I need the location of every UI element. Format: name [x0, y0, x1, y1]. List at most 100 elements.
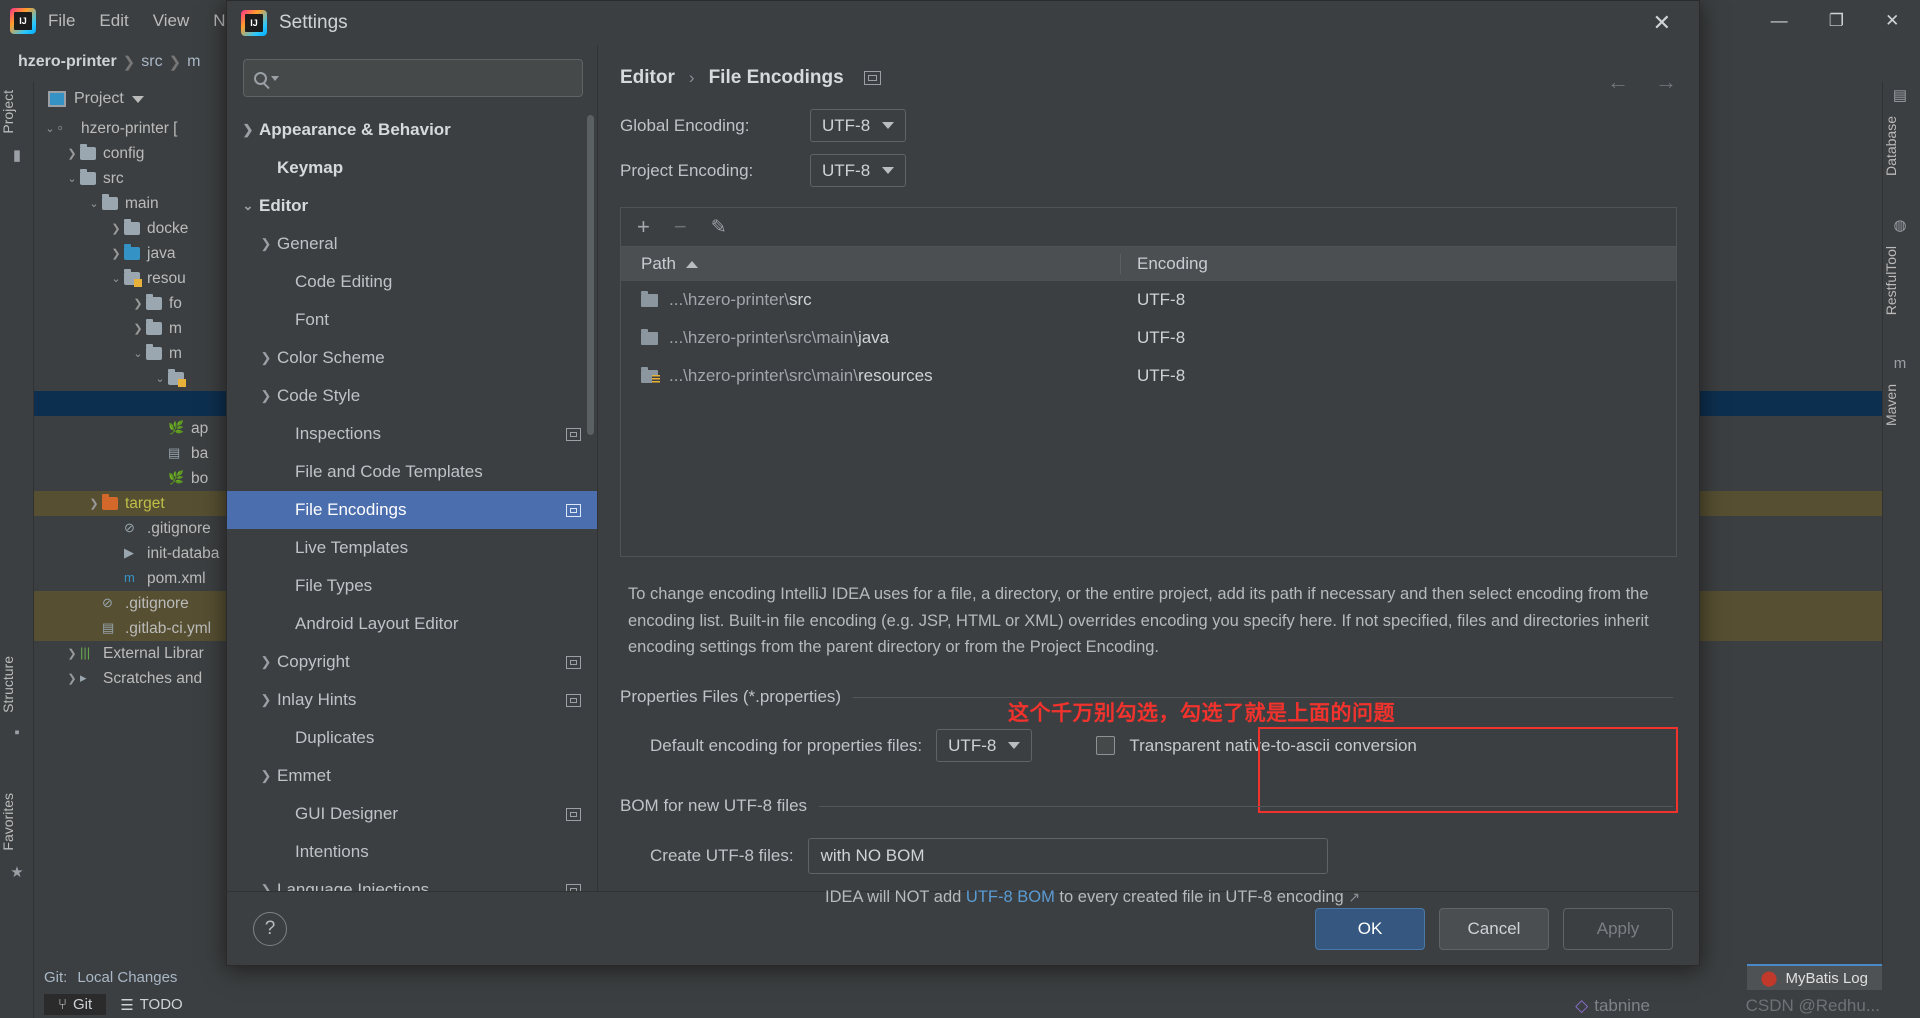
settings-search-box[interactable]: [243, 59, 583, 97]
maximize-icon[interactable]: ❐: [1829, 11, 1844, 31]
search-input[interactable]: [283, 69, 572, 87]
tool-tab-favorites[interactable]: Favorites: [0, 785, 34, 859]
transparent-native-to-ascii-checkbox[interactable]: [1096, 736, 1116, 756]
settings-tree-item-inspections[interactable]: Inspections: [227, 415, 597, 453]
close-window-icon[interactable]: ✕: [1885, 11, 1899, 31]
settings-tree-item-general[interactable]: ❯ General: [227, 225, 597, 263]
chevron-down-icon[interactable]: ⌄: [42, 122, 58, 135]
chevron-right-icon[interactable]: ❯: [237, 122, 259, 138]
breadcrumb-main[interactable]: m: [187, 53, 200, 71]
chevron-right-icon[interactable]: ❯: [130, 297, 146, 310]
chevron-right-icon[interactable]: ❯: [255, 882, 277, 891]
cancel-button[interactable]: Cancel: [1439, 907, 1549, 950]
settings-tree-item-android-layout-editor[interactable]: Android Layout Editor: [227, 605, 597, 643]
nav-back-icon[interactable]: ←: [1607, 69, 1629, 95]
project-encoding-select[interactable]: UTF-8: [810, 154, 907, 187]
settings-tree-item-code-style[interactable]: ❯ Code Style: [227, 377, 597, 415]
add-path-button[interactable]: +: [637, 216, 650, 238]
menu-file[interactable]: File: [36, 9, 87, 33]
settings-tree-item-file-encodings[interactable]: File Encodings: [227, 491, 597, 529]
breadcrumb-editor[interactable]: Editor: [620, 67, 675, 89]
chevron-down-icon[interactable]: ⌄: [237, 198, 259, 214]
settings-tree-item-copyright[interactable]: ❯ Copyright: [227, 643, 597, 681]
nav-forward-icon[interactable]: →: [1655, 69, 1677, 95]
settings-tree-item-language-injections[interactable]: ❯ Language Injections: [227, 871, 597, 891]
settings-tree-item-color-scheme[interactable]: ❯ Color Scheme: [227, 339, 597, 377]
tabnine-status[interactable]: ◇ tabnine: [1575, 996, 1650, 1016]
chevron-right-icon[interactable]: ❯: [255, 350, 277, 366]
settings-tree-item-label: Font: [295, 310, 330, 329]
chevron-right-icon[interactable]: ❯: [64, 672, 80, 685]
git-branch[interactable]: Local Changes: [77, 969, 177, 986]
chevron-right-icon[interactable]: ❯: [255, 388, 277, 404]
properties-group-title-row: Properties Files (*.properties): [620, 687, 1673, 707]
settings-tree-item-inlay-hints[interactable]: ❯ Inlay Hints: [227, 681, 597, 719]
chevron-down-icon[interactable]: [131, 95, 144, 103]
settings-tree-item-code-editing[interactable]: Code Editing: [227, 263, 597, 301]
column-header-path[interactable]: Path: [621, 254, 1121, 274]
settings-tree[interactable]: ❯ Appearance & Behavior Keymap ⌄ Editor ❯ Gene…: [227, 109, 597, 891]
default-properties-encoding-select[interactable]: UTF-8: [936, 729, 1033, 763]
tool-tab-database[interactable]: Database: [1883, 108, 1917, 184]
chevron-right-icon[interactable]: ❯: [255, 768, 277, 784]
chevron-down-icon[interactable]: ⌄: [152, 372, 168, 385]
tool-tab-structure[interactable]: Structure: [0, 648, 34, 721]
settings-tree-item-appearance-behavior[interactable]: ❯ Appearance & Behavior: [227, 111, 597, 149]
column-header-encoding[interactable]: Encoding: [1121, 254, 1676, 274]
chevron-down-icon[interactable]: ⌄: [64, 172, 80, 185]
help-button[interactable]: ?: [253, 911, 287, 946]
table-row[interactable]: ...\hzero-printer\src\main\java UTF-8: [621, 319, 1676, 357]
git-status-row: Git: Local Changes: [34, 964, 1920, 991]
global-encoding-select[interactable]: UTF-8: [810, 109, 907, 142]
chevron-right-icon[interactable]: ❯: [64, 647, 80, 660]
settings-tree-item-duplicates[interactable]: Duplicates: [227, 719, 597, 757]
chevron-down-icon[interactable]: ⌄: [108, 272, 124, 285]
tool-tab-restfultool[interactable]: RestfulTool: [1883, 238, 1917, 323]
settings-tree-item-file-and-code-templates[interactable]: File and Code Templates: [227, 453, 597, 491]
table-cell-encoding[interactable]: UTF-8: [1121, 366, 1676, 386]
chevron-right-icon[interactable]: ❯: [130, 322, 146, 335]
settings-tree-item-intentions[interactable]: Intentions: [227, 833, 597, 871]
settings-tree-item-gui-designer[interactable]: GUI Designer: [227, 795, 597, 833]
menu-view[interactable]: View: [141, 9, 202, 33]
settings-tree-scrollbar[interactable]: [587, 115, 594, 435]
tool-tab-maven[interactable]: Maven: [1883, 376, 1917, 434]
settings-tree-item-file-types[interactable]: File Types: [227, 567, 597, 605]
chevron-down-icon[interactable]: ⌄: [130, 347, 146, 360]
properties-group-title: Properties Files (*.properties): [620, 687, 842, 707]
chevron-right-icon[interactable]: ❯: [255, 654, 277, 670]
chevron-right-icon[interactable]: ❯: [64, 147, 80, 160]
chevron-right-icon[interactable]: ❯: [108, 222, 124, 235]
table-body[interactable]: ...\hzero-printer\src UTF-8 ...\hzero-prin…: [621, 281, 1676, 395]
tree-row-label: .gitignore: [147, 519, 211, 537]
menu-edit[interactable]: Edit: [87, 9, 140, 33]
chevron-right-icon[interactable]: ❯: [255, 236, 277, 252]
tab-git[interactable]: ⑂ Git: [44, 994, 107, 1015]
transparent-native-to-ascii-label[interactable]: Transparent native-to-ascii conversion: [1129, 736, 1417, 756]
mybatis-log-tab[interactable]: ⬤ MyBatis Log: [1746, 964, 1882, 990]
settings-tree-item-editor[interactable]: ⌄ Editor: [227, 187, 597, 225]
minimize-icon[interactable]: —: [1771, 11, 1788, 31]
dialog-close-icon[interactable]: ✕: [1639, 10, 1685, 36]
settings-tree-item-emmet[interactable]: ❯ Emmet: [227, 757, 597, 795]
settings-tree-item-font[interactable]: Font: [227, 301, 597, 339]
search-dropdown-icon[interactable]: [271, 75, 279, 81]
tool-tab-project[interactable]: Project: [0, 82, 34, 142]
table-cell-encoding[interactable]: UTF-8: [1121, 290, 1676, 310]
table-row[interactable]: ...\hzero-printer\src\main\resources UTF-…: [621, 357, 1676, 395]
settings-tree-item-keymap[interactable]: Keymap: [227, 149, 597, 187]
create-utf8-select[interactable]: with NO BOM: [807, 838, 1328, 875]
tab-todo[interactable]: ☰ TODO: [106, 994, 197, 1016]
default-encoding-label: Default encoding for properties files:: [650, 735, 923, 755]
ok-button[interactable]: OK: [1315, 907, 1425, 950]
table-row[interactable]: ...\hzero-printer\src UTF-8: [621, 281, 1676, 319]
chevron-down-icon[interactable]: ⌄: [86, 197, 102, 210]
settings-tree-item-live-templates[interactable]: Live Templates: [227, 529, 597, 567]
chevron-right-icon[interactable]: ❯: [255, 692, 277, 708]
chevron-right-icon[interactable]: ❯: [108, 247, 124, 260]
breadcrumb-src[interactable]: src: [141, 53, 162, 71]
utf8-bom-link[interactable]: UTF-8 BOM: [966, 888, 1055, 906]
breadcrumb-project[interactable]: hzero-printer: [18, 53, 117, 71]
chevron-right-icon[interactable]: ❯: [86, 497, 102, 510]
table-cell-encoding[interactable]: UTF-8: [1121, 328, 1676, 348]
